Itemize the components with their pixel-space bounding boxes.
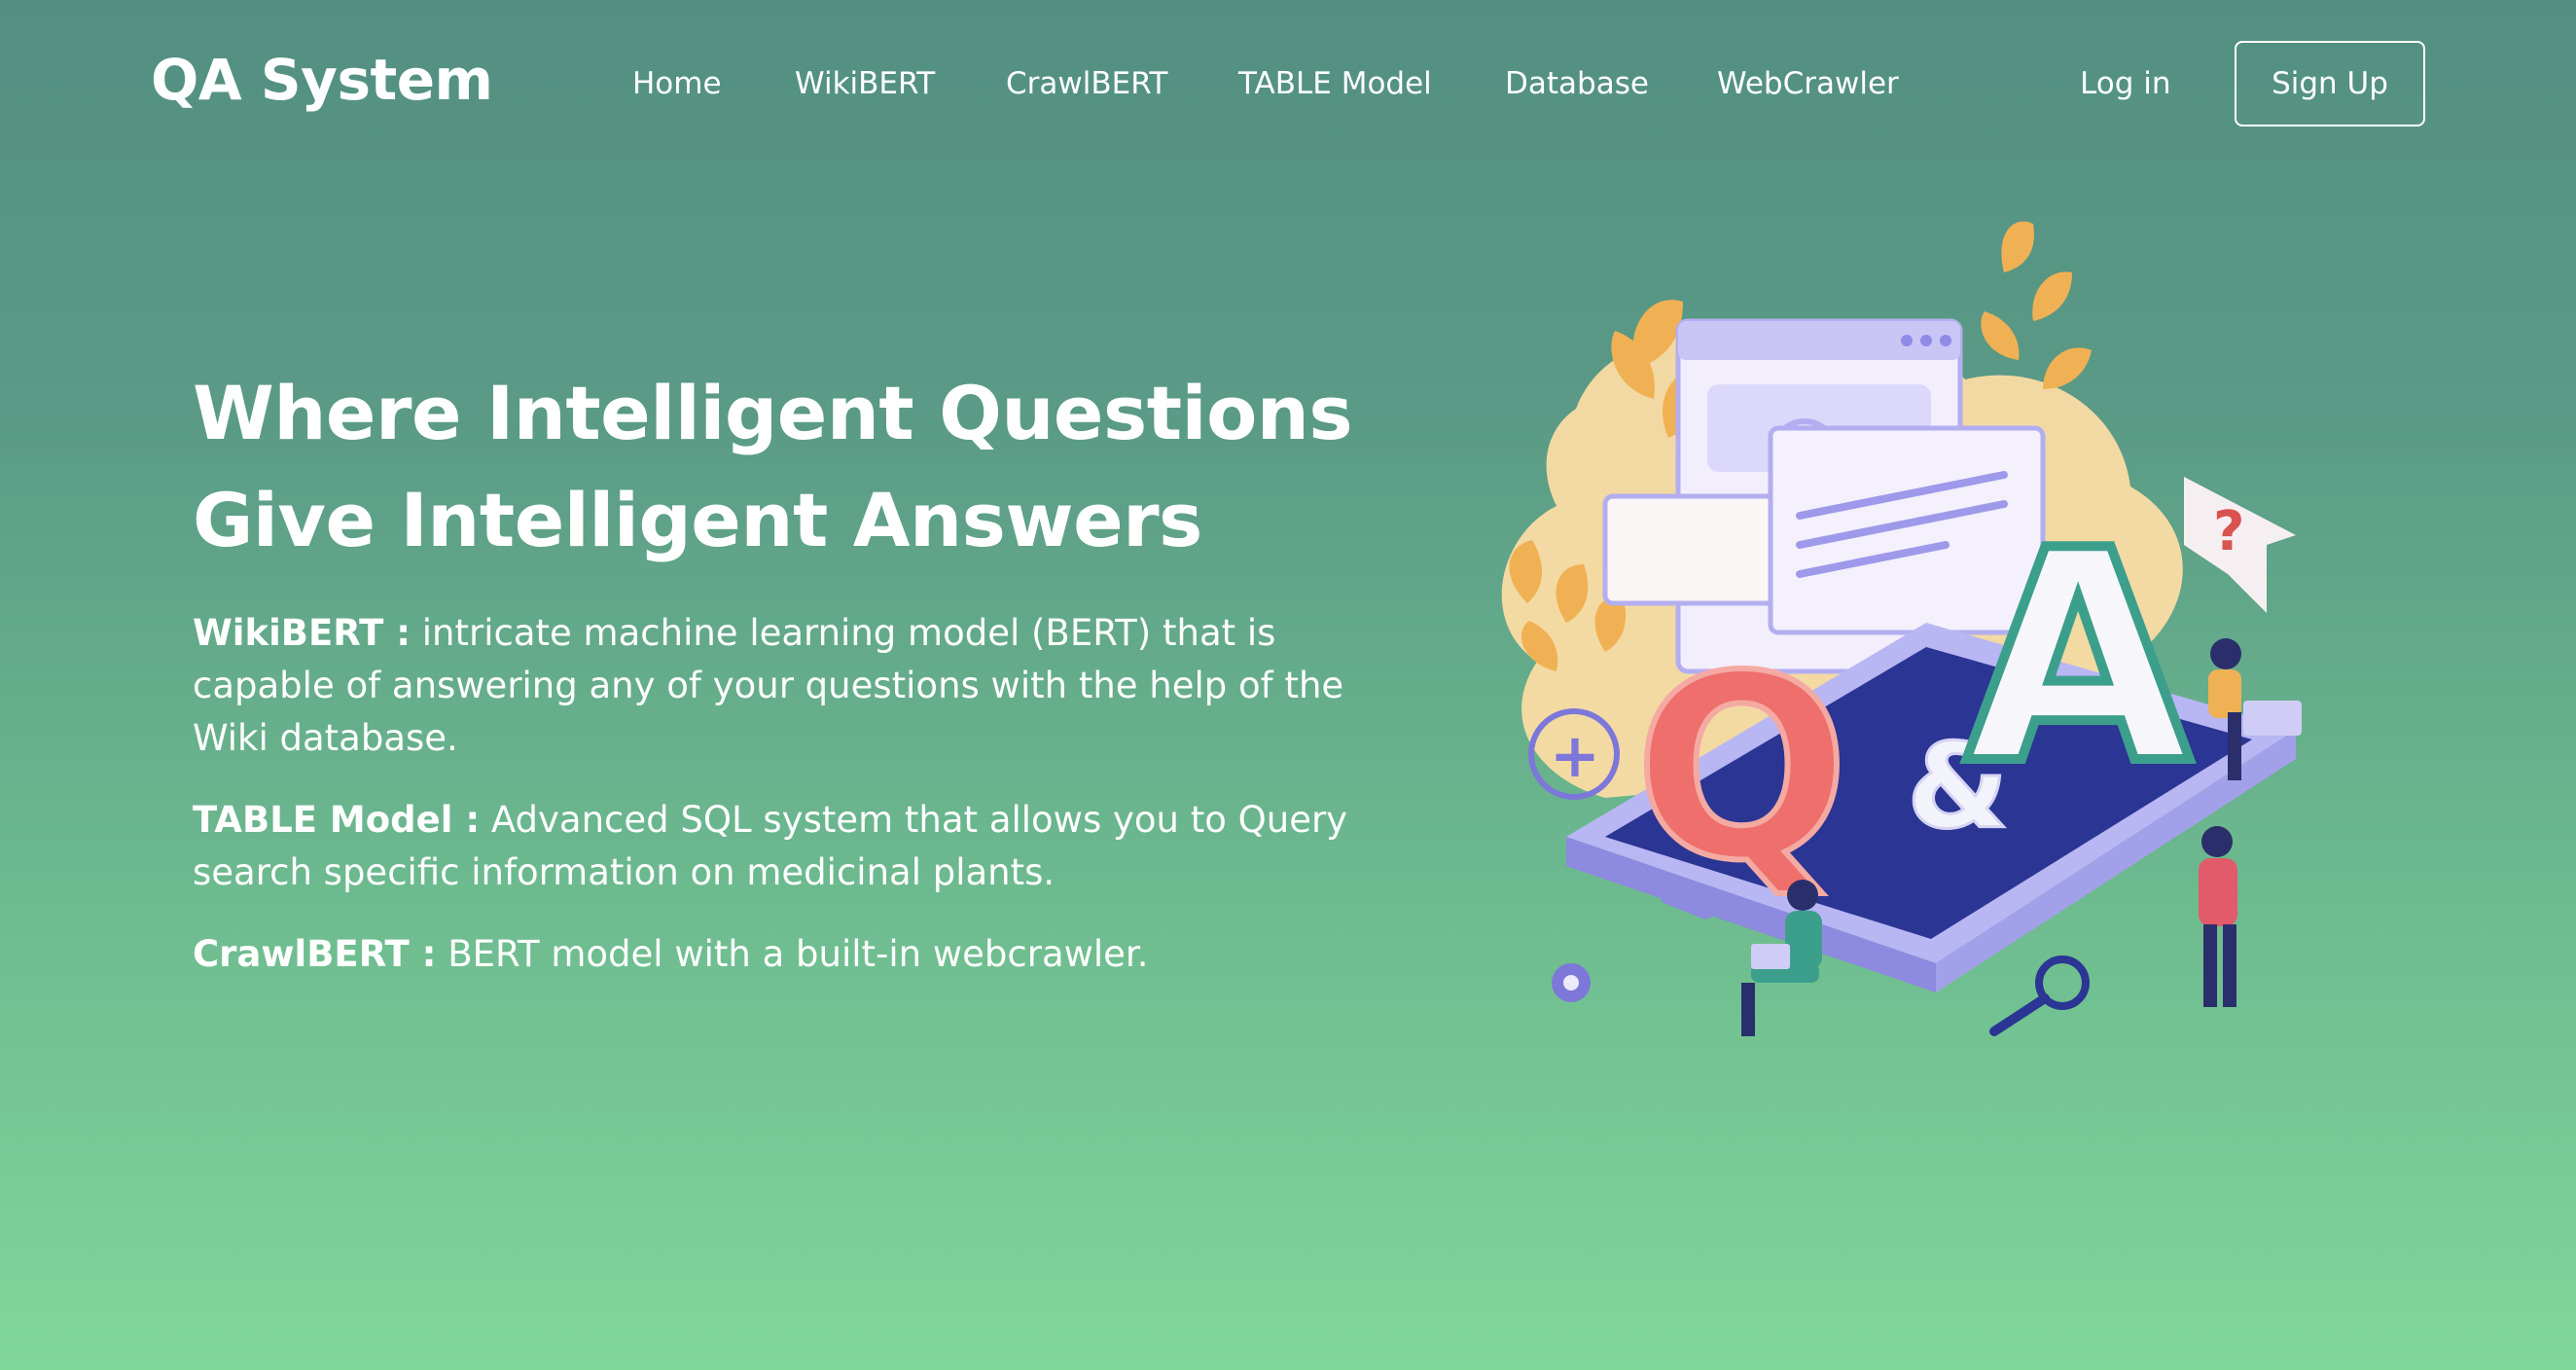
wikibert-description: WikiBERT : intricate machine learning mo… <box>193 607 1360 765</box>
crawlbert-term: CrawlBERT : <box>193 933 437 975</box>
nav-crawlbert[interactable]: CrawlBERT <box>1006 66 1167 101</box>
hero-title: Where Intelligent Questions Give Intelli… <box>193 360 1399 574</box>
plus-sign: + <box>1550 720 1600 791</box>
nav-webcrawler[interactable]: WebCrawler <box>1717 66 1899 101</box>
table-model-term: TABLE Model : <box>193 799 481 841</box>
brand-logo[interactable]: QA System <box>151 47 493 113</box>
crawlbert-text: BERT model with a built-in webcrawler. <box>436 933 1149 975</box>
hero-title-line-2: Give Intelligent Answers <box>193 477 1202 563</box>
person-standing-icon <box>2199 826 2237 1007</box>
letter-a: A <box>1965 488 2193 828</box>
crawlbert-description: CrawlBERT : BERT model with a built-in w… <box>193 928 1360 981</box>
nav-table-model[interactable]: TABLE Model <box>1238 66 1432 101</box>
signup-button[interactable]: Sign Up <box>2235 41 2425 126</box>
question-mark: ? <box>2213 500 2244 563</box>
login-link[interactable]: Log in <box>2080 66 2170 101</box>
question-bubble-icon: ? <box>2184 477 2296 613</box>
gear-icon <box>1552 963 1591 1002</box>
letter-q: Q <box>1634 623 1849 917</box>
magnifier-icon <box>1989 955 2090 1036</box>
nav-wikibert[interactable]: WikiBERT <box>795 66 935 101</box>
hero-title-line-1: Where Intelligent Questions <box>193 370 1353 456</box>
table-model-description: TABLE Model : Advanced SQL system that a… <box>193 794 1360 899</box>
nav-home[interactable]: Home <box>632 66 722 101</box>
nav-database[interactable]: Database <box>1505 66 1649 101</box>
top-navbar: QA System Home WikiBERT CrawlBERT TABLE … <box>0 0 2576 171</box>
wikibert-term: WikiBERT : <box>193 612 411 654</box>
qa-illustration: ? + Q & A <box>1501 221 2302 1036</box>
